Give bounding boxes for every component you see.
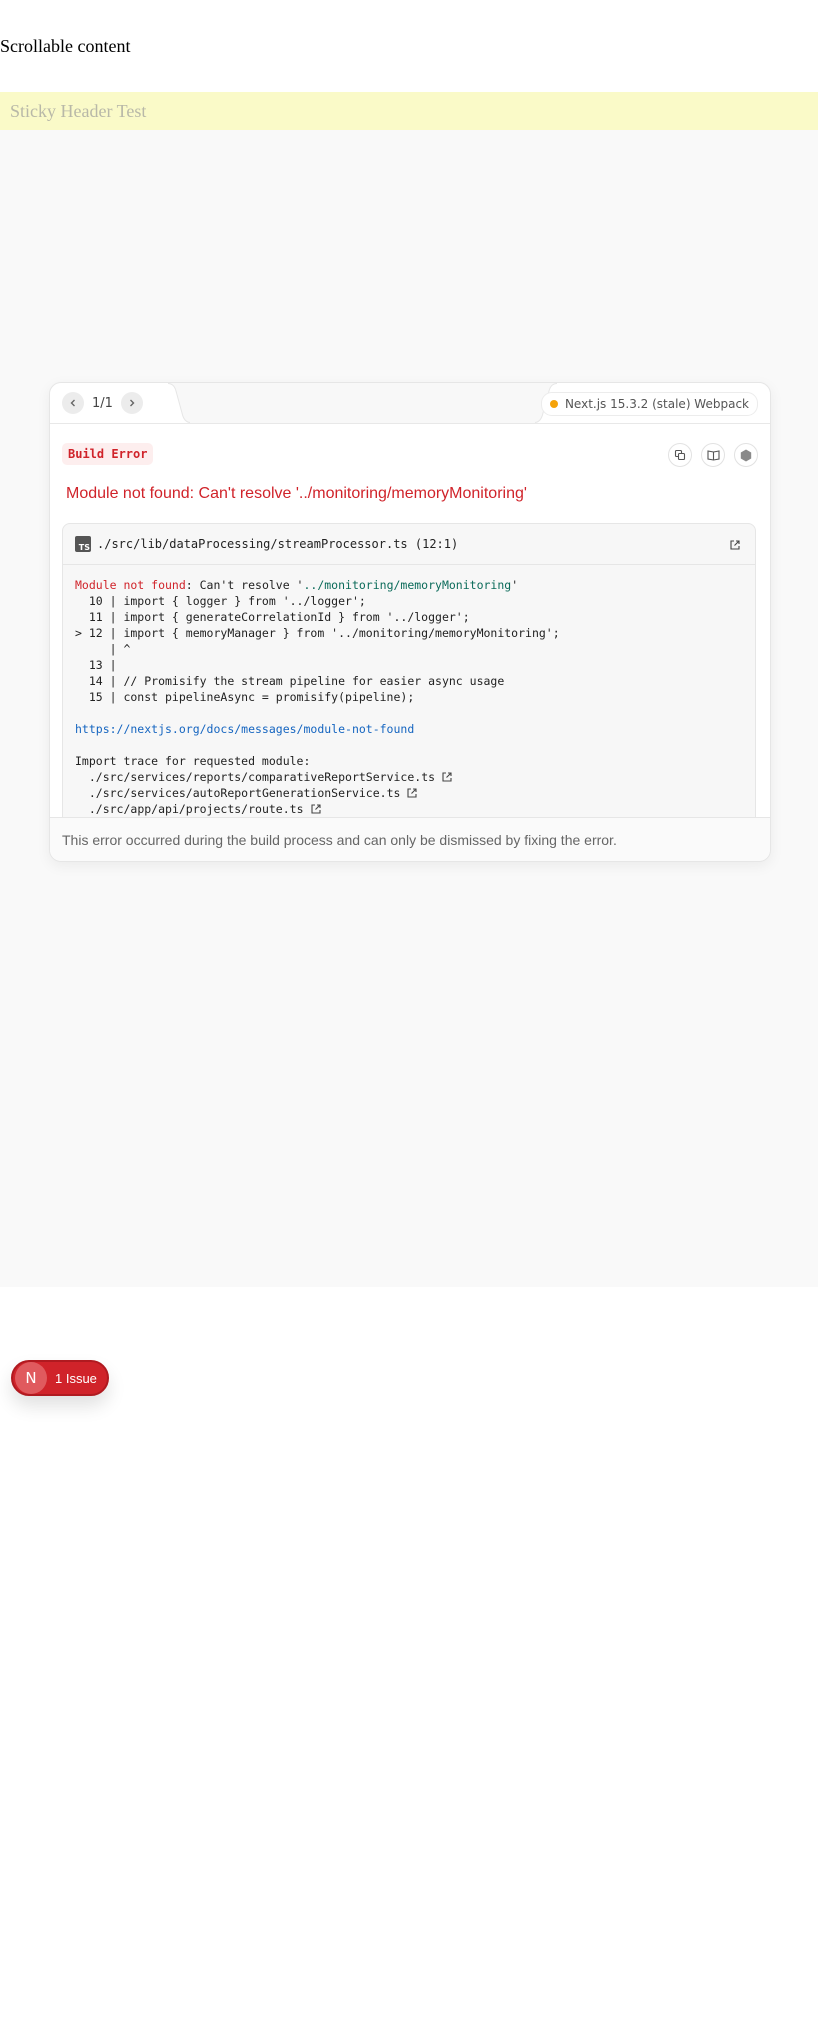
- import-trace-item: ./src/app/api/projects/route.ts: [75, 801, 743, 817]
- copy-icon: [674, 449, 686, 461]
- nodejs-inspector-button[interactable]: [734, 443, 758, 467]
- typescript-file-icon: TS: [75, 536, 91, 552]
- scrollable-content-text: Scrollable content: [0, 36, 131, 56]
- code-line: 10 | import { logger } from '../logger';: [75, 594, 366, 608]
- import-trace-item: ./src/services/autoReportGenerationServi…: [75, 785, 743, 801]
- error-message-line: Module not found: Can't resolve '../moni…: [75, 577, 743, 593]
- dialog-header-bar: 1/1 Next.js 15.3.2 (stale) Webpack: [50, 383, 770, 424]
- code-line-caret: | ^: [75, 642, 131, 656]
- tab-curve-left: [160, 383, 190, 423]
- error-module-name: ../monitoring/memoryMonitoring: [303, 578, 512, 592]
- error-page-count: 1/1: [92, 395, 113, 411]
- import-trace-path: ./src/services/reports/comparativeReport…: [88, 770, 436, 784]
- external-link-icon[interactable]: [441, 771, 453, 783]
- open-in-editor-button[interactable]: [729, 536, 741, 555]
- nextjs-version-badge[interactable]: Next.js 15.3.2 (stale) Webpack: [540, 392, 758, 416]
- code-line: 15 | const pipelineAsync = promisify(pip…: [75, 690, 415, 704]
- error-overlay-backdrop: 1/1 Next.js 15.3.2 (stale) Webpack Build…: [0, 130, 818, 1396]
- dialog-footer: This error occurred during the build pro…: [50, 817, 770, 861]
- docs-book-icon: [706, 450, 720, 461]
- issues-indicator-button[interactable]: N 1 Issue: [11, 1360, 109, 1396]
- code-line-highlighted: > 12 | import { memoryManager } from '..…: [75, 626, 560, 640]
- build-error-badge: Build Error: [62, 443, 154, 465]
- external-link-icon: [730, 540, 740, 550]
- error-toolbar: [668, 443, 758, 467]
- sticky-header: Sticky Header Test: [0, 92, 818, 130]
- codeframe: TS ./src/lib/dataProcessing/streamProces…: [62, 523, 756, 829]
- previous-error-button[interactable]: [62, 392, 84, 414]
- docs-button[interactable]: [701, 443, 725, 467]
- copy-error-button[interactable]: [668, 443, 692, 467]
- module-not-found-docs-link[interactable]: https://nextjs.org/docs/messages/module-…: [75, 721, 743, 737]
- error-message-close: ': [511, 578, 519, 592]
- code-line: 11 | import { generateCorrelationId } fr…: [75, 610, 470, 624]
- error-title: Module not found: Can't resolve '../moni…: [66, 485, 527, 502]
- external-link-icon[interactable]: [406, 787, 418, 799]
- import-trace-title: Import trace for requested module:: [75, 754, 311, 768]
- dialog-body: Build Error Module not found: Can't reso…: [50, 423, 770, 829]
- next-error-button[interactable]: [120, 392, 143, 414]
- nodejs-icon: [740, 449, 752, 461]
- codeframe-header: TS ./src/lib/dataProcessing/streamProces…: [63, 524, 755, 565]
- import-trace-item: ./src/services/reports/comparativeReport…: [75, 769, 743, 785]
- nextjs-version-label: Next.js 15.3.2 (stale) Webpack: [564, 397, 749, 411]
- error-dialog: 1/1 Next.js 15.3.2 (stale) Webpack Build…: [49, 382, 771, 862]
- error-prefix: Module not found: [75, 578, 186, 592]
- external-link-icon[interactable]: [310, 803, 322, 815]
- codeframe-content: Module not found: Can't resolve '../moni…: [63, 565, 755, 817]
- error-pager: 1/1: [50, 383, 160, 423]
- import-trace-path: ./src/services/autoReportGenerationServi…: [88, 786, 401, 800]
- error-message-text: : Can't resolve ': [185, 578, 304, 592]
- code-line: 14 | // Promisify the stream pipeline fo…: [75, 674, 505, 688]
- issues-count-label: 1 Issue: [55, 1370, 97, 1386]
- code-line: 13 |: [75, 658, 117, 672]
- stale-status-dot: [549, 400, 558, 408]
- nextjs-logo-icon: N: [15, 1362, 47, 1394]
- chevron-right-icon: [129, 399, 135, 407]
- chevron-left-icon: [70, 399, 75, 407]
- import-trace-path: ./src/app/api/projects/route.ts: [88, 802, 304, 816]
- codeframe-file-path: ./src/lib/dataProcessing/streamProcessor…: [97, 537, 459, 551]
